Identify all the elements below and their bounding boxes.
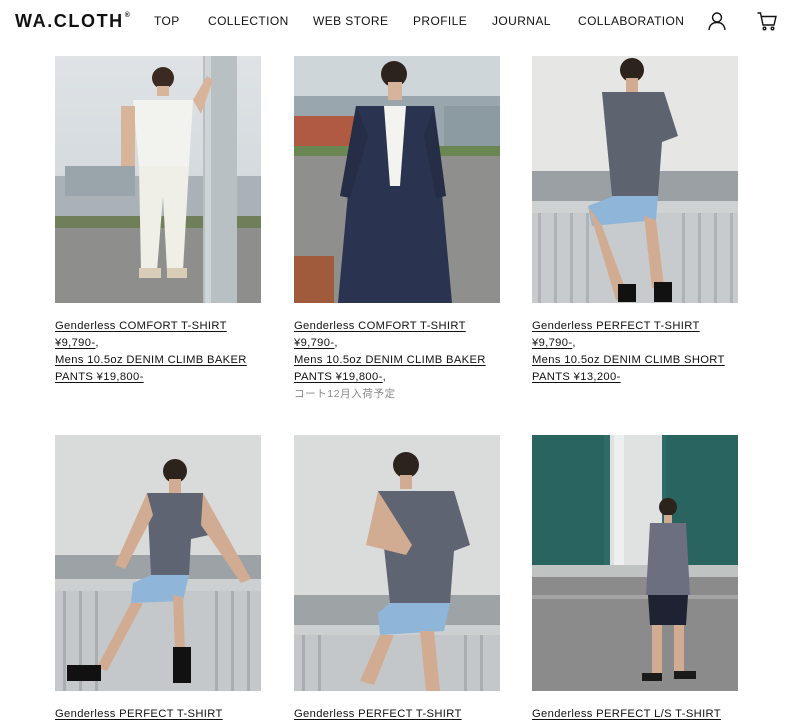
separator: ,: [572, 337, 576, 349]
separator: ,: [382, 371, 387, 383]
product-caption: Genderless COMFORT T-SHIRT ¥9,790-, Mens…: [294, 318, 509, 403]
separator: ,: [334, 337, 338, 349]
product-link[interactable]: Genderless PERFECT T-SHIRT: [55, 708, 223, 720]
product-link[interactable]: Genderless COMFORT T-SHIRT: [294, 320, 466, 332]
product-link[interactable]: Mens 10.5oz DENIM CLIMB SHORT: [532, 354, 725, 366]
nav-item-journal[interactable]: JOURNAL: [492, 14, 551, 28]
logo-registered-mark: ®: [124, 12, 130, 19]
product-photo[interactable]: [294, 435, 500, 691]
user-icon[interactable]: [706, 10, 728, 32]
product-photo[interactable]: [532, 435, 738, 691]
product-photo[interactable]: [55, 56, 261, 303]
logo-text: WA.CLOTH: [15, 11, 124, 31]
product-photo[interactable]: [532, 56, 738, 303]
nav-item-collection[interactable]: COLLECTION: [208, 14, 289, 28]
nav-item-collaboration[interactable]: COLLABORATION: [578, 14, 684, 28]
nav-item-top[interactable]: TOP: [154, 14, 180, 28]
product-caption: Genderless PERFECT T-SHIRT: [294, 706, 509, 721]
product-link[interactable]: ¥9,790-: [294, 337, 334, 349]
product-photo[interactable]: [55, 435, 261, 691]
product-caption: Genderless PERFECT T-SHIRT ¥9,790-, Mens…: [532, 318, 747, 386]
cart-icon[interactable]: [756, 10, 778, 32]
product-link[interactable]: Genderless COMFORT T-SHIRT: [55, 320, 227, 332]
product-link[interactable]: ¥9,790-: [532, 337, 572, 349]
product-link[interactable]: PANTS ¥13,200-: [532, 371, 621, 383]
product-photo[interactable]: [294, 56, 500, 303]
brand-logo[interactable]: WA.CLOTH®: [15, 11, 130, 32]
product-link[interactable]: Genderless PERFECT T-SHIRT: [532, 320, 700, 332]
separator: ,: [95, 337, 99, 349]
nav-item-web-store[interactable]: WEB STORE: [313, 14, 388, 28]
product-link[interactable]: ¥9,790-: [55, 337, 95, 349]
product-caption: Genderless COMFORT T-SHIRT ¥9,790-, Mens…: [55, 318, 270, 386]
product-caption: Genderless PERFECT L/S T-SHIRT: [532, 706, 747, 721]
site-header: WA.CLOTH® TOP COLLECTION WEB STORE PROFI…: [0, 0, 791, 44]
product-link[interactable]: Mens 10.5oz DENIM CLIMB BAKER: [294, 354, 486, 366]
product-caption: Genderless PERFECT T-SHIRT: [55, 706, 270, 721]
nav-item-profile[interactable]: PROFILE: [413, 14, 467, 28]
product-link[interactable]: PANTS ¥19,800-: [55, 371, 144, 383]
product-link[interactable]: Genderless PERFECT T-SHIRT: [294, 708, 462, 720]
product-link[interactable]: Genderless PERFECT L/S T-SHIRT: [532, 708, 721, 720]
product-link[interactable]: PANTS ¥19,800-: [294, 371, 383, 383]
product-note: コート12月入荷予定: [294, 388, 396, 400]
product-link[interactable]: Mens 10.5oz DENIM CLIMB BAKER: [55, 354, 247, 366]
